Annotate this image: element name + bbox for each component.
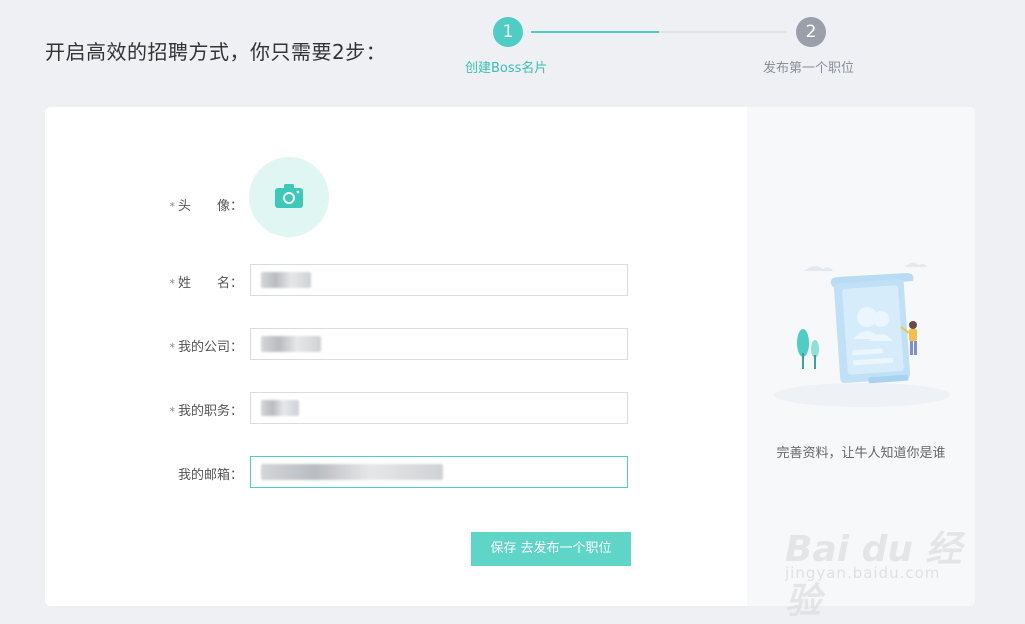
name-field[interactable] <box>250 264 628 296</box>
redacted-value <box>261 464 443 480</box>
step-1-label: 创建Boss名片 <box>465 61 548 76</box>
step-progress-line-inactive <box>659 31 787 33</box>
position-label: * 我的职务： <box>169 404 243 419</box>
step-progress-line-active <box>531 31 659 33</box>
avatar-label: * 头 像： <box>169 199 243 214</box>
name-label: * 姓 名： <box>169 276 243 291</box>
side-panel: 完善资料，让牛人知道你是谁 <box>747 107 975 606</box>
email-field[interactable] <box>250 456 628 488</box>
redacted-value <box>261 336 321 352</box>
camera-icon <box>275 184 303 208</box>
company-label: * 我的公司： <box>169 340 243 355</box>
step-2-circle: 2 <box>796 17 826 47</box>
step-1-circle: 1 <box>493 17 523 47</box>
step-2-label: 发布第一个职位 <box>763 61 855 76</box>
position-field[interactable] <box>250 392 628 424</box>
email-label: 我的邮箱： <box>177 468 243 483</box>
profile-form-card: * 头 像： * 姓 名： * 我的公司： * 我的职务： 我的邮箱： 保存 去发布一个… <box>45 107 975 606</box>
step-indicator: 1 2 创建Boss名片 发布第一个职位 <box>0 0 1025 100</box>
side-panel-caption: 完善资料，让牛人知道你是谁 <box>776 446 946 461</box>
required-mark: * <box>169 200 175 213</box>
profile-card-illustration <box>774 262 950 407</box>
redacted-value <box>261 400 299 416</box>
redacted-value <box>261 272 311 288</box>
avatar-upload-button[interactable] <box>249 157 329 237</box>
company-field[interactable] <box>250 328 628 360</box>
save-and-publish-button[interactable]: 保存 去发布一个职位 <box>471 532 631 566</box>
